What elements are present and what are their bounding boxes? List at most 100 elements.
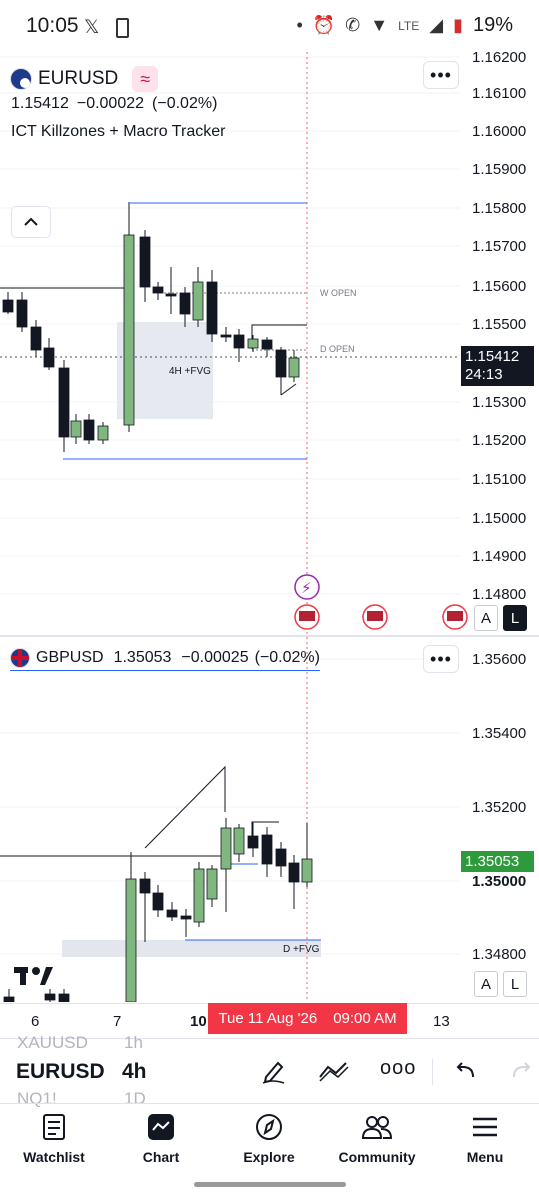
bearish-candle xyxy=(206,281,218,335)
symbol-name[interactable]: EURUSD xyxy=(38,68,118,90)
bearish-candle xyxy=(261,339,273,350)
more-icon[interactable]: ooo xyxy=(380,1057,416,1080)
price-axis[interactable]: 1.35600 1.35400 1.35200 1.35000 1.34800 xyxy=(472,651,526,963)
price-tick-label: 1.35200 xyxy=(472,799,526,816)
flag-fill xyxy=(299,611,315,621)
auto-scale-button[interactable]: A xyxy=(474,971,498,997)
bearish-candle xyxy=(139,236,151,288)
gbpusd-header[interactable]: GBPUSD 1.35053 −0.00025 (−0.02%) xyxy=(10,648,320,671)
symbol-picker-prev[interactable]: XAUUSD xyxy=(17,1033,88,1053)
price-tick-label: 1.15600 xyxy=(472,278,526,295)
call-icon: ✆ xyxy=(345,15,361,35)
eurusd-chart-pane[interactable]: 1.16200 1.16100 1.16000 1.15900 1.15800 1.157… xyxy=(0,49,539,635)
nav-label: Community xyxy=(338,1149,416,1165)
auto-scale-button[interactable]: A xyxy=(474,605,498,631)
status-bar: 10:05 𝕏 • ⏰ ✆ ▼ LTE ◢ ▮ 19% xyxy=(0,0,539,52)
tradingview-logo xyxy=(14,967,53,985)
network-label: LTE xyxy=(398,18,420,33)
bearish-candle xyxy=(83,419,95,441)
bearish-candle xyxy=(275,349,287,378)
crosshair-time: 09:00 AM xyxy=(333,1010,397,1027)
bearish-candle xyxy=(139,878,151,894)
bullish-candle xyxy=(220,827,232,870)
bullish-candle xyxy=(70,420,82,438)
price-tick-label: 1.16200 xyxy=(472,52,526,66)
event-icons[interactable]: ⚡ xyxy=(294,574,468,630)
interval-picker-prev[interactable]: 1h xyxy=(124,1033,143,1053)
price-tick-label: 1.15000 xyxy=(472,510,526,527)
log-scale-button[interactable]: L xyxy=(503,971,527,997)
bearish-candle xyxy=(233,334,245,349)
price-tick-label: 1.34800 xyxy=(472,946,526,963)
bearish-candle xyxy=(261,834,273,865)
chart1-more-button[interactable]: ••• xyxy=(423,61,459,89)
eurusd-quote: 1.15412 −0.00022 (−0.02%) xyxy=(11,95,217,113)
indicator-legend[interactable]: ICT Killzones + Macro Tracker xyxy=(11,123,225,141)
price-tick-label: 1.14800 xyxy=(472,586,526,603)
price-tick-label: 1.15300 xyxy=(472,394,526,411)
bullish-candle xyxy=(125,878,137,1003)
session-box xyxy=(251,821,279,836)
bearish-candle xyxy=(220,334,232,338)
price-change-pct: (−0.02%) xyxy=(254,649,320,666)
bearish-candle xyxy=(180,915,192,920)
chart2-more-button[interactable]: ••• xyxy=(423,645,459,673)
bearish-candle xyxy=(30,326,42,351)
nav-label: Chart xyxy=(142,1149,180,1165)
bearish-candle xyxy=(247,835,259,849)
gbpusd-chart-pane[interactable]: 1.35600 1.35400 1.35200 1.35000 1.34800 D +F… xyxy=(0,637,539,1005)
bearish-candle xyxy=(44,993,56,1001)
log-scale-button[interactable]: L xyxy=(503,605,527,631)
flag-fill xyxy=(447,611,463,621)
trend-line-icon[interactable] xyxy=(318,1059,350,1083)
bearish-candle xyxy=(2,299,14,313)
bearish-candle xyxy=(58,993,70,1004)
bullish-candle xyxy=(192,281,204,321)
price-tick-label: 1.16000 xyxy=(472,123,526,140)
undo-icon[interactable] xyxy=(455,1061,477,1081)
price-tick-label: 1.15500 xyxy=(472,316,526,333)
nav-label: Menu xyxy=(466,1149,504,1165)
symbol-name[interactable]: GBPUSD xyxy=(36,649,104,667)
interval-picker[interactable]: 4h xyxy=(122,1060,147,1084)
redo-icon[interactable] xyxy=(510,1061,532,1081)
nav-community[interactable]: Community xyxy=(327,1112,427,1165)
nav-explore[interactable]: Explore xyxy=(219,1112,319,1165)
bearish-candle xyxy=(275,848,287,867)
lightning-glyph: ⚡ xyxy=(301,580,312,597)
price-change-pct: (−0.02%) xyxy=(152,95,218,112)
price-change: −0.00022 xyxy=(76,95,145,112)
bullish-candle xyxy=(233,827,245,855)
bullish-candle xyxy=(288,357,300,378)
bearish-candle xyxy=(165,293,177,297)
wifi-icon: ▼ xyxy=(370,15,389,35)
uk-flag-icon xyxy=(10,648,30,668)
dot-icon: • xyxy=(296,15,303,35)
nav-menu[interactable]: Menu xyxy=(435,1112,535,1165)
x-app-icon: 𝕏 xyxy=(84,17,100,38)
eurusd-header[interactable]: EURUSD ≈ xyxy=(10,66,159,92)
nav-chart[interactable]: Chart xyxy=(111,1112,211,1165)
w-open-label: W OPEN xyxy=(320,288,357,298)
price-tick-label: 1.35000 xyxy=(472,873,526,890)
crosshair-date: Tue 11 Aug '26 xyxy=(218,1010,318,1027)
symbol-picker[interactable]: EURUSD xyxy=(16,1060,105,1084)
community-icon xyxy=(361,1116,393,1139)
pencil-icon[interactable] xyxy=(260,1057,288,1085)
bullish-candle xyxy=(193,868,205,923)
fvg-label-daily: D +FVG xyxy=(283,944,320,955)
gbpusd-chart-canvas[interactable]: 1.35600 1.35400 1.35200 1.35000 1.34800 D +F… xyxy=(0,637,539,1005)
collapse-legend-button[interactable] xyxy=(11,206,51,238)
bearish-candle xyxy=(152,286,164,294)
current-price-value: 1.15412 xyxy=(465,348,520,365)
price-tick-label: 1.15800 xyxy=(472,200,526,217)
fvg-label-4h: 4H +FVG xyxy=(169,366,211,377)
nav-watchlist[interactable]: Watchlist xyxy=(4,1112,104,1165)
price-axis[interactable]: 1.16200 1.16100 1.16000 1.15900 1.15800 1.157… xyxy=(472,49,526,603)
current-price-tag: 1.35053 xyxy=(461,851,534,872)
bullish-candle xyxy=(97,425,109,441)
price-tick-label: 1.35400 xyxy=(472,725,526,742)
last-price: 1.15412 xyxy=(11,95,69,112)
time-label: 13 xyxy=(433,1013,450,1030)
home-indicator xyxy=(194,1182,346,1187)
